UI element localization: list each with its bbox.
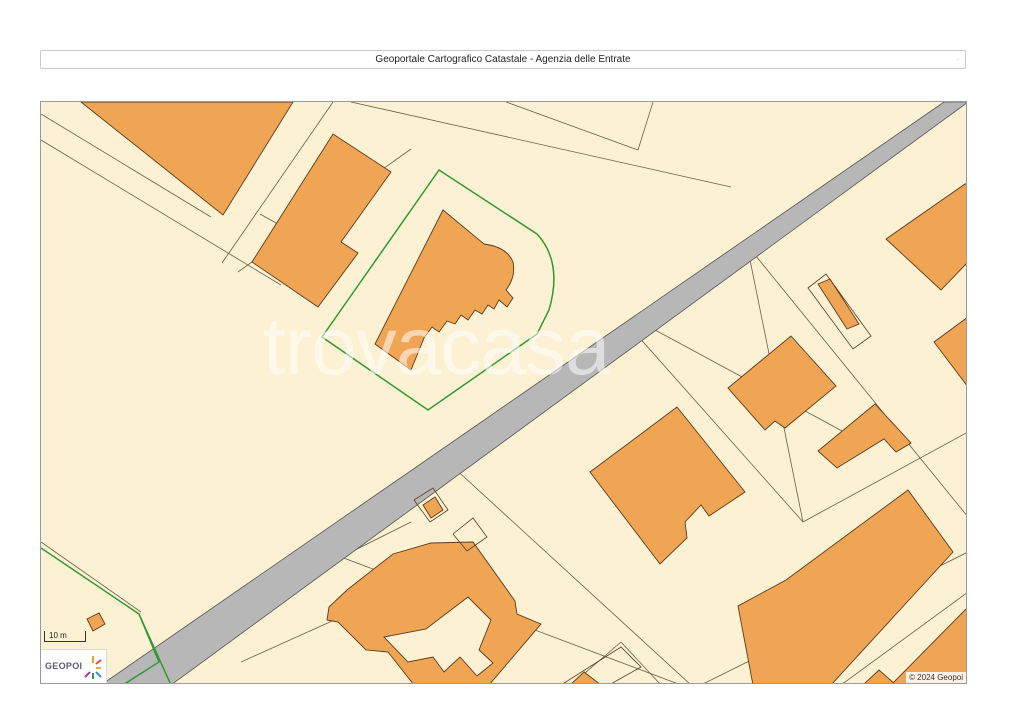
page-title: Geoportale Cartografico Catastale - Agen… [375, 54, 631, 65]
scale-label: 10 m [49, 631, 67, 640]
map-copyright: © 2024 Geopoi [906, 672, 966, 683]
geopoi-logo: GEOPOI [41, 649, 107, 683]
header-menu-dot[interactable]: . [957, 55, 959, 62]
header-bar: Geoportale Cartografico Catastale - Agen… [40, 50, 966, 69]
cadastral-map[interactable]: trovacasa 10 m GEOPOI © 2024 Geopoi [40, 101, 967, 684]
map-canvas[interactable] [41, 102, 967, 684]
scale-bar: 10 m [44, 631, 86, 642]
geopoi-mark-icon [84, 656, 102, 679]
logo-text: GEOPOI [45, 661, 83, 671]
